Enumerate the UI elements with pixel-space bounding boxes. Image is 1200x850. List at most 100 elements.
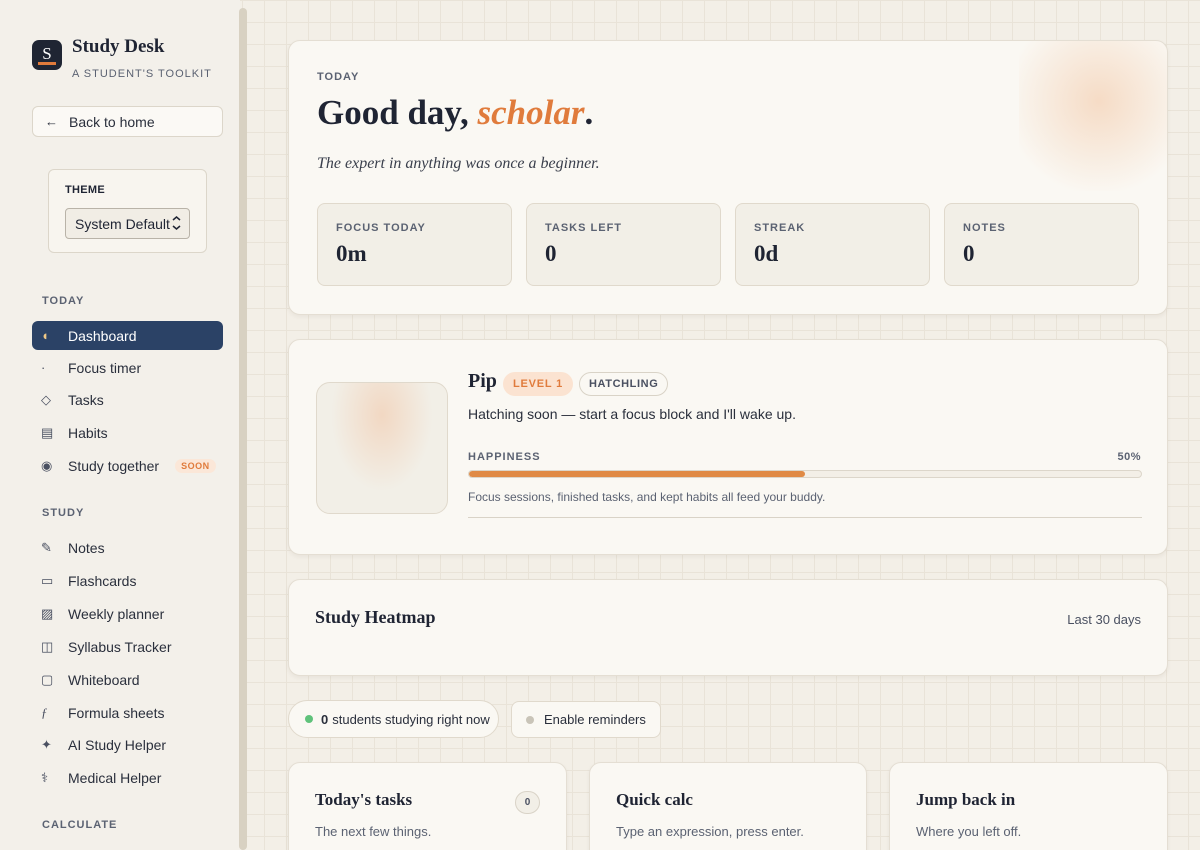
nav-item-label: Focus timer xyxy=(68,359,142,376)
widget-subtitle: The next few things. xyxy=(315,824,432,839)
widget-title: Jump back in xyxy=(916,790,1016,809)
nav-item-label: Whiteboard xyxy=(68,671,140,688)
stat-value: 0 xyxy=(963,241,975,266)
theme-panel: THEME System Default xyxy=(48,169,207,253)
widget-title: Today's tasks xyxy=(315,790,413,809)
theme-label: THEME xyxy=(65,184,105,196)
stat-label: NOTES xyxy=(963,222,1006,234)
nav-section-study: STUDY xyxy=(42,507,85,519)
pet-name: Pip xyxy=(468,370,497,392)
happiness-bar-fill xyxy=(469,471,805,477)
decorative-glow xyxy=(1019,41,1167,191)
daily-quote: The expert in anything was once a beginn… xyxy=(317,155,600,172)
study-heatmap-card: Study Heatmap Last 30 days xyxy=(288,579,1168,676)
nav-item-medical-helper[interactable]: ⚕ Medical Helper xyxy=(32,763,223,792)
nav-item-focus-timer[interactable]: · Focus timer xyxy=(32,353,223,382)
happiness-note: Focus sessions, finished tasks, and kept… xyxy=(468,490,826,504)
greeting-text: Good day, xyxy=(317,93,478,132)
function-icon: ƒ xyxy=(41,704,48,720)
live-students-pill: 0 students studying right now xyxy=(288,700,499,738)
nav-item-label: Syllabus Tracker xyxy=(68,638,172,655)
nav-item-label: Formula sheets xyxy=(68,704,165,721)
live-count: 0 xyxy=(321,711,329,727)
brand-logo: S xyxy=(32,40,62,70)
jump-back-in-card: Jump back in Where you left off. xyxy=(889,762,1168,850)
chevron-down-icon xyxy=(171,216,182,233)
stat-tasks-left: TASKS LEFT 0 xyxy=(526,203,721,286)
nav-item-notes[interactable]: ✎ Notes xyxy=(32,533,223,562)
target-icon: ◉ xyxy=(41,457,53,473)
soon-badge: SOON xyxy=(175,458,216,473)
enable-reminders-label: Enable reminders xyxy=(544,712,646,727)
task-count-badge: 0 xyxy=(515,791,540,814)
calendar-grid-icon: ▤ xyxy=(41,424,54,440)
planner-icon: ▨ xyxy=(41,605,54,621)
nav-item-label: Tasks xyxy=(68,391,104,408)
theme-select-value: System Default xyxy=(75,215,170,232)
sidebar-scrollbar[interactable] xyxy=(239,8,247,850)
brand-logo-letter: S xyxy=(42,44,52,63)
nav-item-dashboard[interactable]: ◖ Dashboard xyxy=(32,321,223,350)
theme-select[interactable]: System Default xyxy=(65,208,190,239)
status-dot-icon xyxy=(526,715,534,724)
moon-icon: ◖ xyxy=(41,328,49,343)
happiness-label: HAPPINESS xyxy=(468,451,541,463)
nav-item-tasks[interactable]: ◇ Tasks xyxy=(32,385,223,414)
divider xyxy=(468,517,1142,518)
diamond-icon: ◇ xyxy=(41,391,51,407)
pet-avatar xyxy=(316,382,448,514)
nav-item-label: Medical Helper xyxy=(68,769,162,786)
stat-value: 0 xyxy=(545,241,557,266)
happiness-bar xyxy=(468,470,1142,478)
caduceus-icon: ⚕ xyxy=(41,769,49,785)
nav-item-whiteboard[interactable]: ▢ Whiteboard xyxy=(32,665,223,694)
nav-item-habits[interactable]: ▤ Habits xyxy=(32,418,223,447)
quick-calc-card: Quick calc Type an expression, press ent… xyxy=(589,762,867,850)
nav-item-weekly-planner[interactable]: ▨ Weekly planner xyxy=(32,599,223,628)
nav-item-flashcards[interactable]: ▭ Flashcards xyxy=(32,566,223,595)
stat-value: 0d xyxy=(754,241,779,266)
greeting-name: scholar xyxy=(477,93,585,132)
widget-subtitle: Where you left off. xyxy=(916,824,1022,839)
nav-item-label: Study together xyxy=(68,457,160,474)
back-to-home-label: Back to home xyxy=(69,113,155,130)
heatmap-title: Study Heatmap xyxy=(315,607,436,627)
greeting-title: Good day, scholar. xyxy=(317,93,593,133)
widget-title: Quick calc xyxy=(616,790,693,809)
study-buddy-card: Pip LEVEL 1 HATCHLING Hatching soon — st… xyxy=(288,339,1168,555)
heatmap-range: Last 30 days xyxy=(1067,612,1141,627)
nav-item-ai-study-helper[interactable]: ✦ AI Study Helper xyxy=(32,730,223,759)
stat-label: TASKS LEFT xyxy=(545,222,623,234)
pet-message: Hatching soon — start a focus block and … xyxy=(468,406,796,422)
sparkle-icon: ✦ xyxy=(41,736,52,752)
nav-item-label: Notes xyxy=(68,539,105,556)
nav-item-study-together[interactable]: ◉ Study together SOON xyxy=(32,451,223,480)
todays-tasks-card: Today's tasks 0 The next few things. xyxy=(288,762,567,850)
greeting-card: TODAY Good day, scholar. The expert in a… xyxy=(288,40,1168,315)
nav-item-syllabus-tracker[interactable]: ◫ Syllabus Tracker xyxy=(32,632,223,661)
stat-notes: NOTES 0 xyxy=(944,203,1139,286)
pet-level-badge: LEVEL 1 xyxy=(503,372,574,396)
nav-item-label: Dashboard xyxy=(68,327,137,344)
square-icon: ▢ xyxy=(41,671,54,687)
nav-section-calculate: CALCULATE xyxy=(42,819,118,831)
live-dot-icon xyxy=(305,715,313,723)
enable-reminders-button[interactable]: Enable reminders xyxy=(511,701,661,738)
live-text: students studying right now xyxy=(332,711,490,727)
nav-item-label: Flashcards xyxy=(68,572,137,589)
pet-stage-badge: HATCHLING xyxy=(579,372,669,396)
brand: S Study Desk A STUDENT'S TOOLKIT xyxy=(32,36,212,80)
brand-tagline: A STUDENT'S TOOLKIT xyxy=(72,68,212,80)
greeting-punct: . xyxy=(584,93,594,132)
nav-section-today: TODAY xyxy=(42,295,85,307)
nav-item-label: AI Study Helper xyxy=(68,736,167,753)
brand-logo-underline xyxy=(38,62,56,65)
card-icon: ▭ xyxy=(41,572,54,588)
stat-label: FOCUS TODAY xyxy=(336,222,426,234)
brand-name: Study Desk xyxy=(72,36,165,57)
greeting-eyebrow: TODAY xyxy=(317,71,360,83)
widget-subtitle: Type an expression, press enter. xyxy=(616,824,804,839)
nav-item-formula-sheets[interactable]: ƒ Formula sheets xyxy=(32,698,223,727)
stat-streak: STREAK 0d xyxy=(735,203,930,286)
back-to-home-button[interactable]: ← Back to home xyxy=(32,106,223,137)
